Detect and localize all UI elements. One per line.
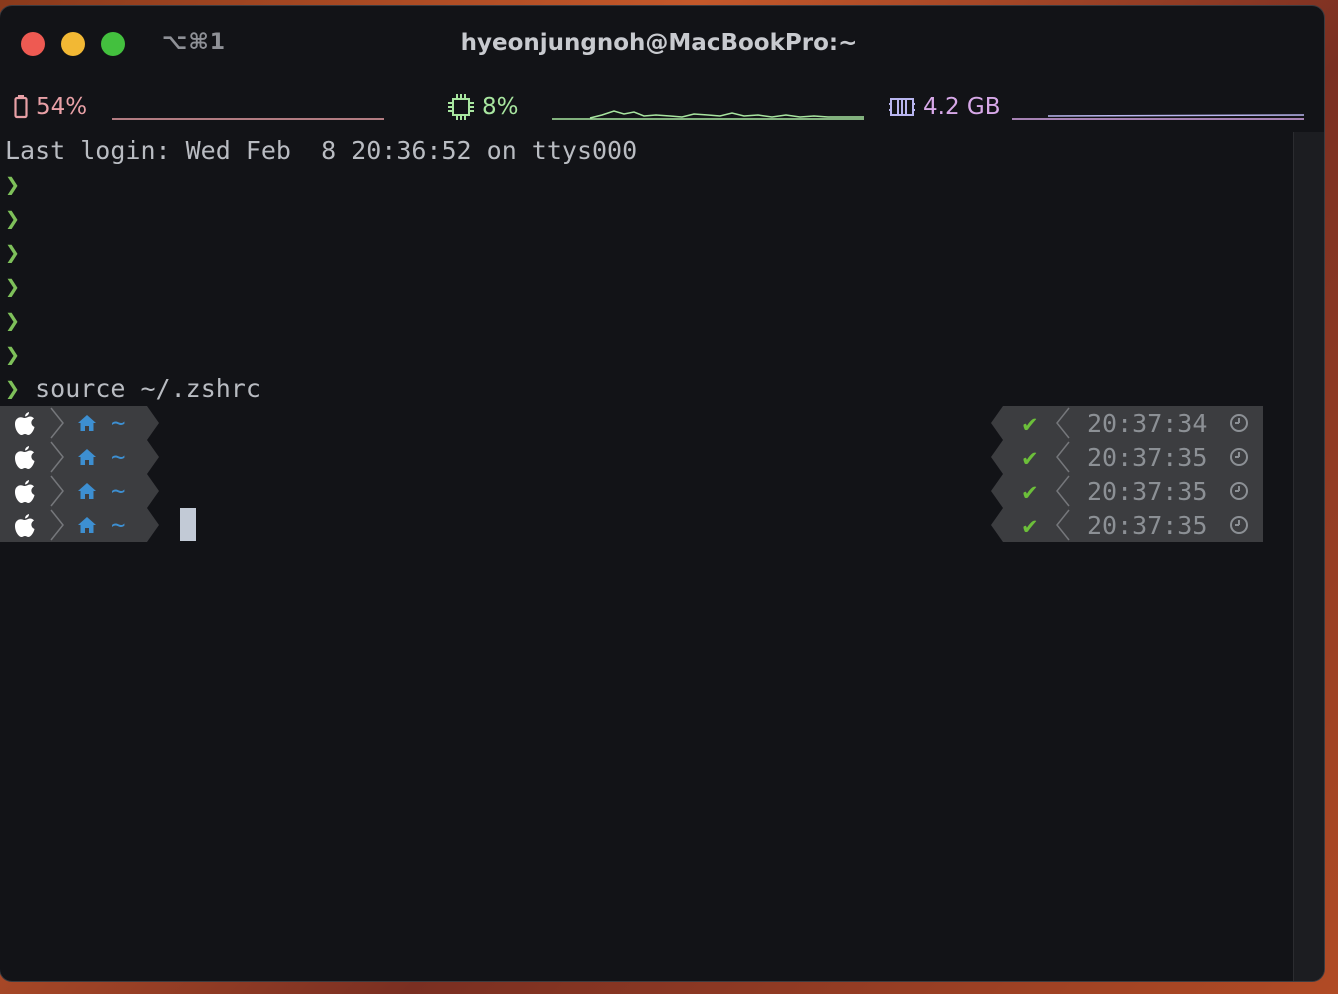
empty-prompt: ❯ — [5, 272, 21, 301]
battery-percent: 54% — [36, 94, 88, 120]
memory-icon — [889, 96, 915, 118]
right-prompt-segment: ✔ 20:37:34 — [991, 406, 1263, 440]
check-icon: ✔ — [1021, 413, 1039, 437]
last-login-line: Last login: Wed Feb 8 20:36:52 on ttys00… — [5, 136, 638, 165]
check-icon: ✔ — [1021, 447, 1039, 471]
memory-usage: 4.2 GB — [923, 94, 1001, 120]
path-label: ~ — [111, 409, 125, 437]
check-icon: ✔ — [1021, 481, 1039, 505]
command-line: ❯ source ~/.zshrc — [5, 372, 261, 406]
cpu-graph — [552, 110, 864, 120]
cpu-status: 8% — [448, 94, 519, 120]
right-prompt-segment: ✔ 20:37:35 — [991, 474, 1263, 508]
path-label: ~ — [111, 443, 125, 471]
memory-graph — [1012, 114, 1304, 120]
right-prompt-segment: ✔ 20:37:35 — [991, 440, 1263, 474]
empty-prompt: ❯ — [5, 170, 21, 199]
check-icon: ✔ — [1021, 515, 1039, 539]
empty-prompt: ❯ — [5, 340, 21, 369]
prompt-time: 20:37:35 — [1087, 511, 1207, 540]
memory-status: 4.2 GB — [889, 94, 1001, 120]
path-label: ~ — [111, 511, 125, 539]
text-cursor — [180, 508, 196, 541]
right-prompt-segment: ✔ 20:37:35 — [991, 508, 1263, 542]
command-text: source ~/.zshrc — [35, 374, 261, 403]
scrollbar[interactable] — [1293, 132, 1324, 981]
prompt-row: ~ ✔ 20:37:35 — [0, 508, 1319, 542]
empty-prompt: ❯ — [5, 238, 21, 267]
prompt-caret: ❯ — [5, 374, 21, 403]
left-prompt-segment: ~ — [0, 440, 159, 474]
battery-icon — [14, 95, 28, 119]
path-label: ~ — [111, 477, 125, 505]
window-title: hyeonjungnoh@MacBookPro:~ — [460, 30, 858, 56]
prompt-row: ~ ✔ 20:37:35 — [0, 440, 1319, 474]
prompt-time: 20:37:34 — [1087, 409, 1207, 438]
title-bar[interactable]: ⌥⌘1 hyeonjungnoh@MacBookPro:~ — [0, 6, 1324, 82]
cpu-icon — [448, 94, 474, 120]
terminal-window: ⌥⌘1 hyeonjungnoh@MacBookPro:~ 54% 8% 4.2… — [0, 6, 1324, 981]
empty-prompt: ❯ — [5, 306, 21, 335]
left-prompt-segment: ~ — [0, 508, 159, 542]
prompt-time: 20:37:35 — [1087, 443, 1207, 472]
cpu-percent: 8% — [482, 94, 519, 120]
battery-graph — [112, 118, 384, 120]
empty-prompt: ❯ — [5, 204, 21, 233]
prompt-row: ~ ✔ 20:37:35 — [0, 474, 1319, 508]
prompt-row: ~ ✔ 20:37:34 — [0, 406, 1319, 440]
terminal-output[interactable]: Last login: Wed Feb 8 20:36:52 on ttys00… — [0, 132, 1294, 981]
left-prompt-segment: ~ — [0, 474, 159, 508]
battery-status: 54% — [14, 94, 87, 120]
prompt-time: 20:37:35 — [1087, 477, 1207, 506]
left-prompt-segment: ~ — [0, 406, 159, 440]
